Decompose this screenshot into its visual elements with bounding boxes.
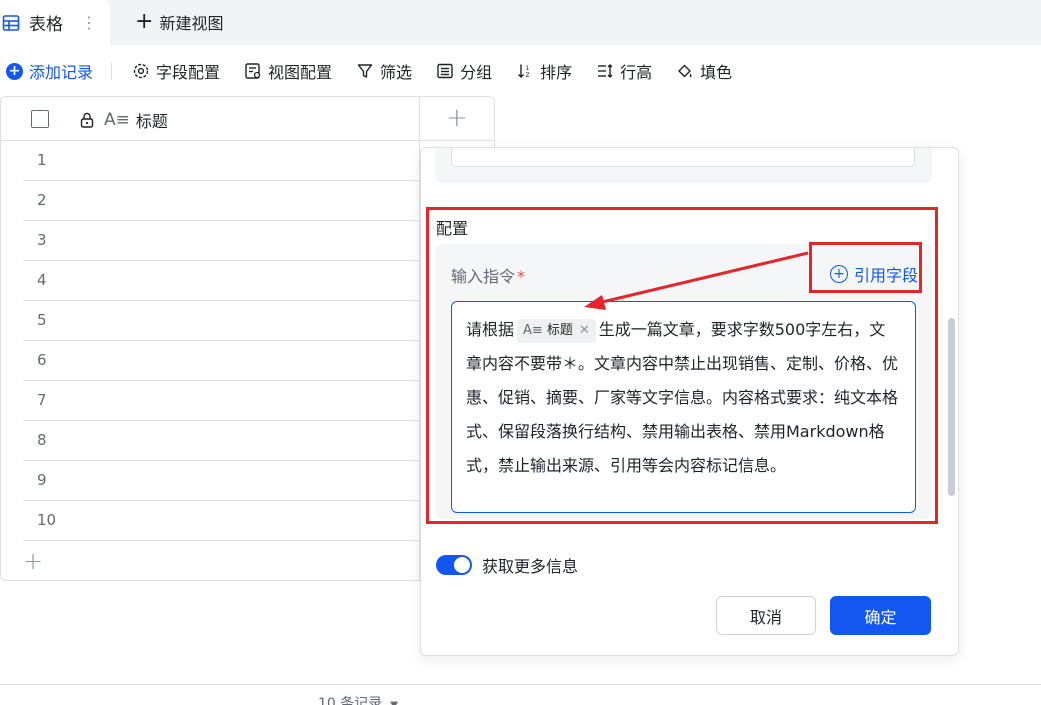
annotation-arrow: [584, 251, 809, 310]
